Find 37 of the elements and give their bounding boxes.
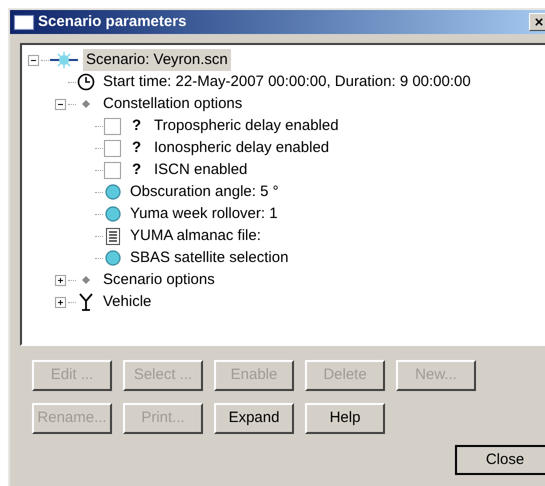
document-icon <box>106 228 120 244</box>
expand-toggle[interactable] <box>55 296 66 308</box>
tree-item[interactable]: ISCN enabled <box>151 158 250 182</box>
help-mark: ? <box>132 138 142 158</box>
checkbox[interactable] <box>104 118 121 134</box>
tree-item[interactable]: YUMA almanac file: <box>127 224 264 248</box>
help-mark: ? <box>132 116 142 136</box>
tree-item[interactable]: Yuma week rollover: 1 <box>127 202 281 226</box>
antenna-icon <box>79 293 93 311</box>
window-title: Scenario parameters <box>38 12 186 32</box>
tree-item[interactable]: SBAS satellite selection <box>127 246 292 270</box>
close-button[interactable]: Close <box>455 445 545 475</box>
tree-item[interactable]: Constellation options <box>100 92 246 116</box>
satellite-icon <box>50 52 78 68</box>
checkbox[interactable] <box>104 140 121 156</box>
tree-item[interactable]: Ionospheric delay enabled <box>151 136 332 160</box>
close-icon[interactable]: × <box>529 13 545 31</box>
tree-item[interactable]: Tropospheric delay enabled <box>151 114 342 138</box>
checkbox[interactable] <box>104 162 121 178</box>
tree-item[interactable]: Scenario: Veyron.scn <box>83 48 231 72</box>
tree-item[interactable]: Obscuration angle: 5 ° <box>127 180 282 204</box>
help-mark: ? <box>132 160 142 180</box>
circle-icon <box>105 250 121 266</box>
tree-item[interactable]: Start time: 22-May-2007 00:00:00, Duration: 9 00:00:00 <box>100 70 474 94</box>
window-icon <box>14 14 34 30</box>
collapse-toggle[interactable] <box>55 98 66 110</box>
expand-toggle[interactable] <box>55 274 66 286</box>
tree-item[interactable]: Vehicle <box>100 290 154 314</box>
action-button[interactable]: Help <box>305 403 385 434</box>
tree-item[interactable]: Scenario options <box>100 268 218 292</box>
action-button[interactable]: Expand <box>214 403 294 434</box>
diamond-icon <box>82 100 90 108</box>
collapse-toggle[interactable] <box>28 54 39 66</box>
circle-icon <box>105 184 121 200</box>
circle-icon <box>105 206 121 222</box>
diamond-icon <box>82 276 90 284</box>
clock-icon <box>77 73 95 91</box>
